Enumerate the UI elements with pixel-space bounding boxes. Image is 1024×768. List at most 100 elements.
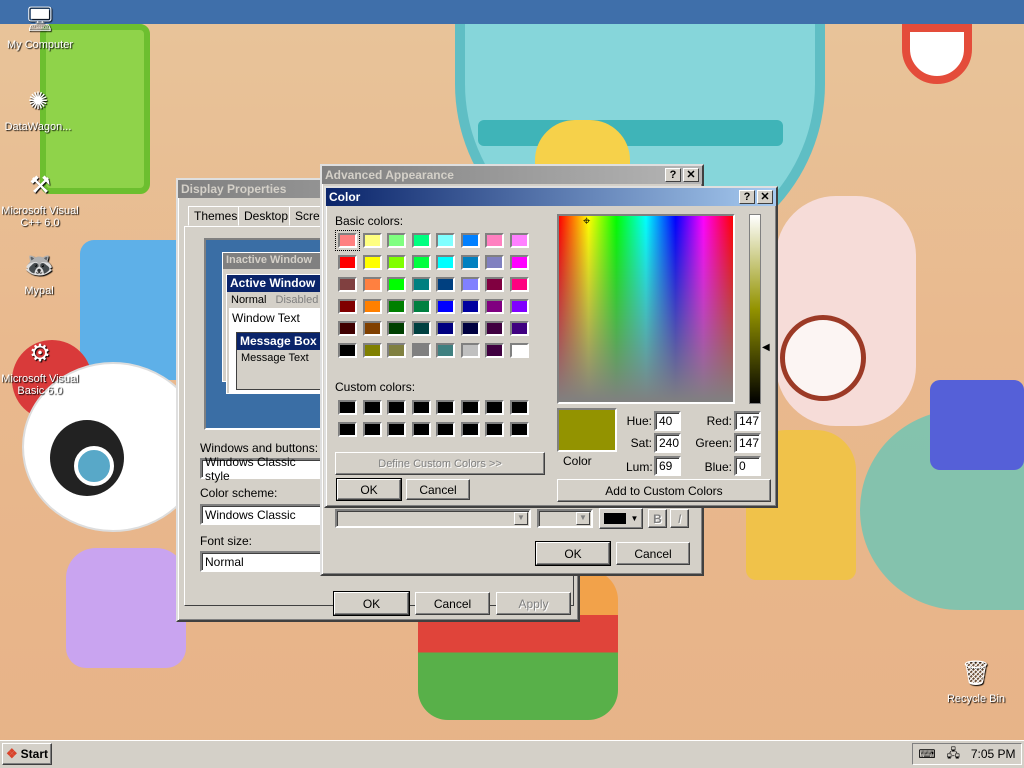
basic-color-swatch[interactable] xyxy=(362,233,382,248)
blue-input[interactable]: 0 xyxy=(734,456,761,476)
desktop-icon-mypal[interactable]: 🦝 Mypal xyxy=(0,250,84,298)
basic-color-swatch[interactable] xyxy=(387,255,406,270)
basic-color-swatch[interactable] xyxy=(460,255,480,270)
advanced-appearance-titlebar[interactable]: Advanced Appearance ? ✕ xyxy=(322,166,702,184)
font-color-button[interactable]: ▼ xyxy=(599,508,643,529)
basic-color-swatch[interactable] xyxy=(362,299,382,314)
basic-color-swatch[interactable] xyxy=(436,233,455,248)
basic-color-swatch[interactable] xyxy=(509,343,529,358)
start-button[interactable]: ❖ Start xyxy=(2,743,52,765)
basic-color-swatch[interactable] xyxy=(460,321,480,336)
tab-themes[interactable]: Themes xyxy=(188,206,244,226)
basic-color-swatch[interactable] xyxy=(362,277,382,292)
cancel-button[interactable]: Cancel xyxy=(616,542,690,565)
basic-color-swatch[interactable] xyxy=(485,299,504,314)
basic-color-swatch[interactable] xyxy=(436,321,455,336)
help-icon[interactable]: ? xyxy=(665,168,681,182)
basic-color-swatch[interactable] xyxy=(411,343,431,358)
basic-color-swatch[interactable] xyxy=(338,277,357,292)
basic-color-swatch[interactable] xyxy=(362,321,382,336)
font-size-select[interactable]: Normal xyxy=(200,551,325,572)
basic-color-swatch[interactable] xyxy=(411,233,431,248)
bold-button[interactable]: B xyxy=(648,509,667,528)
desktop-icon-my-computer[interactable]: 🖥 My Computer xyxy=(0,4,85,52)
green-input[interactable]: 147 xyxy=(734,433,761,453)
basic-color-swatch[interactable] xyxy=(485,255,504,270)
basic-color-swatch[interactable] xyxy=(485,321,504,336)
font-select-disabled[interactable]: ▼ xyxy=(335,509,531,528)
ok-button[interactable]: OK xyxy=(535,541,611,566)
basic-color-swatch[interactable] xyxy=(436,277,455,292)
custom-color-swatch[interactable] xyxy=(387,400,406,415)
basic-color-swatch[interactable] xyxy=(387,277,406,292)
basic-color-swatch[interactable] xyxy=(436,299,455,314)
basic-color-swatch[interactable] xyxy=(411,321,431,336)
custom-color-swatch[interactable] xyxy=(460,422,480,437)
custom-color-swatch[interactable] xyxy=(485,400,504,415)
windows-buttons-select[interactable]: Windows Classic style xyxy=(200,455,325,483)
basic-color-swatch[interactable] xyxy=(387,343,406,358)
basic-color-swatch[interactable] xyxy=(335,230,360,251)
desktop-icon-datawagon[interactable]: ✺ DataWagon... xyxy=(0,86,83,134)
basic-color-swatch[interactable] xyxy=(509,233,529,248)
ok-button[interactable]: OK xyxy=(336,478,402,501)
basic-color-swatch[interactable] xyxy=(485,233,504,248)
custom-color-swatch[interactable] xyxy=(460,400,480,415)
basic-color-swatch[interactable] xyxy=(460,233,480,248)
basic-color-swatch[interactable] xyxy=(485,343,504,358)
custom-color-swatch[interactable] xyxy=(411,422,431,437)
custom-color-swatch[interactable] xyxy=(436,400,455,415)
custom-color-swatch[interactable] xyxy=(411,400,431,415)
custom-color-swatch[interactable] xyxy=(436,422,455,437)
basic-color-swatch[interactable] xyxy=(436,343,455,358)
luminance-slider[interactable] xyxy=(749,214,761,404)
basic-color-swatch[interactable] xyxy=(387,233,406,248)
custom-color-swatch[interactable] xyxy=(338,400,357,415)
basic-color-swatch[interactable] xyxy=(338,343,357,358)
basic-color-swatch[interactable] xyxy=(509,255,529,270)
lum-input[interactable]: 69 xyxy=(654,456,681,476)
basic-color-swatch[interactable] xyxy=(436,255,455,270)
ok-button[interactable]: OK xyxy=(333,591,410,616)
custom-color-swatch[interactable] xyxy=(362,400,382,415)
tab-desktop[interactable]: Desktop xyxy=(238,206,295,226)
desktop-icon-recycle-bin[interactable]: 🗑 Recycle Bin xyxy=(931,658,1021,706)
basic-color-swatch[interactable] xyxy=(509,321,529,336)
custom-color-swatch[interactable] xyxy=(509,422,529,437)
font-size-select-disabled[interactable]: ▼ xyxy=(537,509,593,528)
desktop-icon-visual-basic[interactable]: ⚙ Microsoft Visual Basic 6.0 xyxy=(0,338,85,398)
add-to-custom-colors-button[interactable]: Add to Custom Colors xyxy=(557,479,771,502)
basic-color-swatch[interactable] xyxy=(509,277,529,292)
basic-color-swatch[interactable] xyxy=(460,343,480,358)
apply-button[interactable]: Apply xyxy=(496,592,571,615)
basic-color-swatch[interactable] xyxy=(460,299,480,314)
color-dialog-titlebar[interactable]: Color ? ✕ xyxy=(326,188,776,206)
sat-input[interactable]: 240 xyxy=(654,433,681,453)
basic-color-swatch[interactable] xyxy=(509,299,529,314)
custom-color-swatch[interactable] xyxy=(509,400,529,415)
define-custom-colors-button[interactable]: Define Custom Colors >> xyxy=(335,452,545,475)
cancel-button[interactable]: Cancel xyxy=(415,592,490,615)
custom-color-swatch[interactable] xyxy=(338,422,357,437)
close-icon[interactable]: ✕ xyxy=(757,190,773,204)
basic-color-swatch[interactable] xyxy=(387,299,406,314)
custom-color-swatch[interactable] xyxy=(387,422,406,437)
help-icon[interactable]: ? xyxy=(739,190,755,204)
red-input[interactable]: 147 xyxy=(734,411,761,431)
luminance-arrow-icon[interactable]: ◀ xyxy=(762,342,770,353)
close-icon[interactable]: ✕ xyxy=(683,168,699,182)
basic-color-swatch[interactable] xyxy=(338,321,357,336)
custom-color-swatch[interactable] xyxy=(485,422,504,437)
basic-color-swatch[interactable] xyxy=(411,299,431,314)
basic-color-swatch[interactable] xyxy=(338,255,357,270)
clock[interactable]: 7:05 PM xyxy=(971,747,1016,761)
basic-color-swatch[interactable] xyxy=(411,255,431,270)
color-scheme-select[interactable]: Windows Classic xyxy=(200,504,325,525)
basic-color-swatch[interactable] xyxy=(411,277,431,292)
hue-input[interactable]: 40 xyxy=(654,411,681,431)
basic-color-swatch[interactable] xyxy=(387,321,406,336)
basic-color-swatch[interactable] xyxy=(338,299,357,314)
italic-button[interactable]: I xyxy=(670,509,689,528)
basic-color-swatch[interactable] xyxy=(485,277,504,292)
basic-color-swatch[interactable] xyxy=(460,277,480,292)
